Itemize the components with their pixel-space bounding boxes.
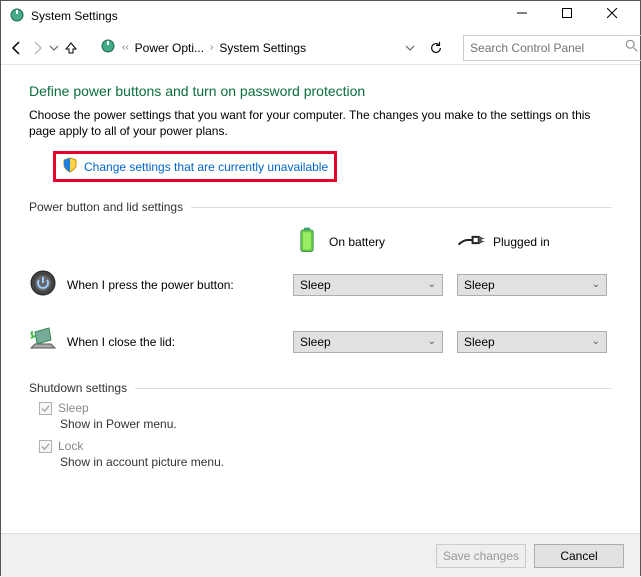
dropdown-press-power-battery[interactable]: Sleep ⌄ <box>293 274 443 296</box>
app-icon <box>9 7 31 26</box>
checkbox-lock-label: Lock <box>58 439 224 453</box>
chevron-down-icon: ⌄ <box>592 336 600 347</box>
divider <box>191 207 612 208</box>
section-power-button: Power button and lid settings <box>29 200 183 214</box>
up-button[interactable] <box>63 36 79 60</box>
dropdown-close-lid-battery[interactable]: Sleep ⌄ <box>293 331 443 353</box>
minimize-button[interactable] <box>505 1 550 31</box>
row-press-power: When I press the power button: <box>67 278 234 292</box>
column-plugged: Plugged in <box>493 235 550 249</box>
checkbox-sleep <box>39 402 52 415</box>
laptop-lid-icon <box>29 326 57 357</box>
back-button[interactable] <box>9 36 25 60</box>
refresh-button[interactable] <box>429 36 443 60</box>
save-button: Save changes <box>436 544 526 568</box>
page-description: Choose the power settings that you want … <box>29 107 612 139</box>
change-settings-link[interactable]: Change settings that are currently unava… <box>53 151 337 182</box>
window-title: System Settings <box>31 9 505 23</box>
recent-dropdown[interactable] <box>49 36 59 60</box>
close-button[interactable] <box>595 1 640 31</box>
breadcrumb-dropdown[interactable] <box>405 36 415 60</box>
chevron-down-icon: ⌄ <box>428 336 436 347</box>
row-close-lid: When I close the lid: <box>67 335 175 349</box>
checkbox-sleep-label: Sleep <box>58 401 177 415</box>
dropdown-close-lid-plugged[interactable]: Sleep ⌄ <box>457 331 607 353</box>
column-battery: On battery <box>329 235 385 249</box>
search-field[interactable] <box>470 41 625 55</box>
section-shutdown: Shutdown settings <box>29 381 127 395</box>
checkbox-lock-desc: Show in account picture menu. <box>60 455 224 469</box>
breadcrumb[interactable]: ‹‹ Power Opti... › System Settings <box>95 35 311 61</box>
breadcrumb-icon <box>100 38 116 57</box>
breadcrumb-item-2[interactable]: System Settings <box>219 41 306 55</box>
forward-button[interactable] <box>29 36 45 60</box>
plug-icon <box>457 226 485 257</box>
divider <box>135 388 612 389</box>
battery-icon <box>293 226 321 257</box>
dropdown-press-power-plugged[interactable]: Sleep ⌄ <box>457 274 607 296</box>
checkbox-sleep-desc: Show in Power menu. <box>60 417 177 431</box>
change-settings-label: Change settings that are currently unava… <box>84 160 328 174</box>
search-icon[interactable] <box>625 39 639 56</box>
chevron-icon: ‹‹ <box>122 42 129 53</box>
chevron-down-icon: ⌄ <box>592 279 600 290</box>
checkbox-lock <box>39 440 52 453</box>
search-input[interactable] <box>463 35 641 61</box>
chevron-right-icon: › <box>210 42 213 53</box>
page-heading: Define power buttons and turn on passwor… <box>29 83 612 99</box>
chevron-down-icon: ⌄ <box>428 279 436 290</box>
shield-icon <box>62 157 78 176</box>
maximize-button[interactable] <box>550 1 595 31</box>
cancel-button[interactable]: Cancel <box>534 544 624 568</box>
breadcrumb-item-1[interactable]: Power Opti... <box>135 41 204 55</box>
power-button-icon <box>29 269 57 300</box>
